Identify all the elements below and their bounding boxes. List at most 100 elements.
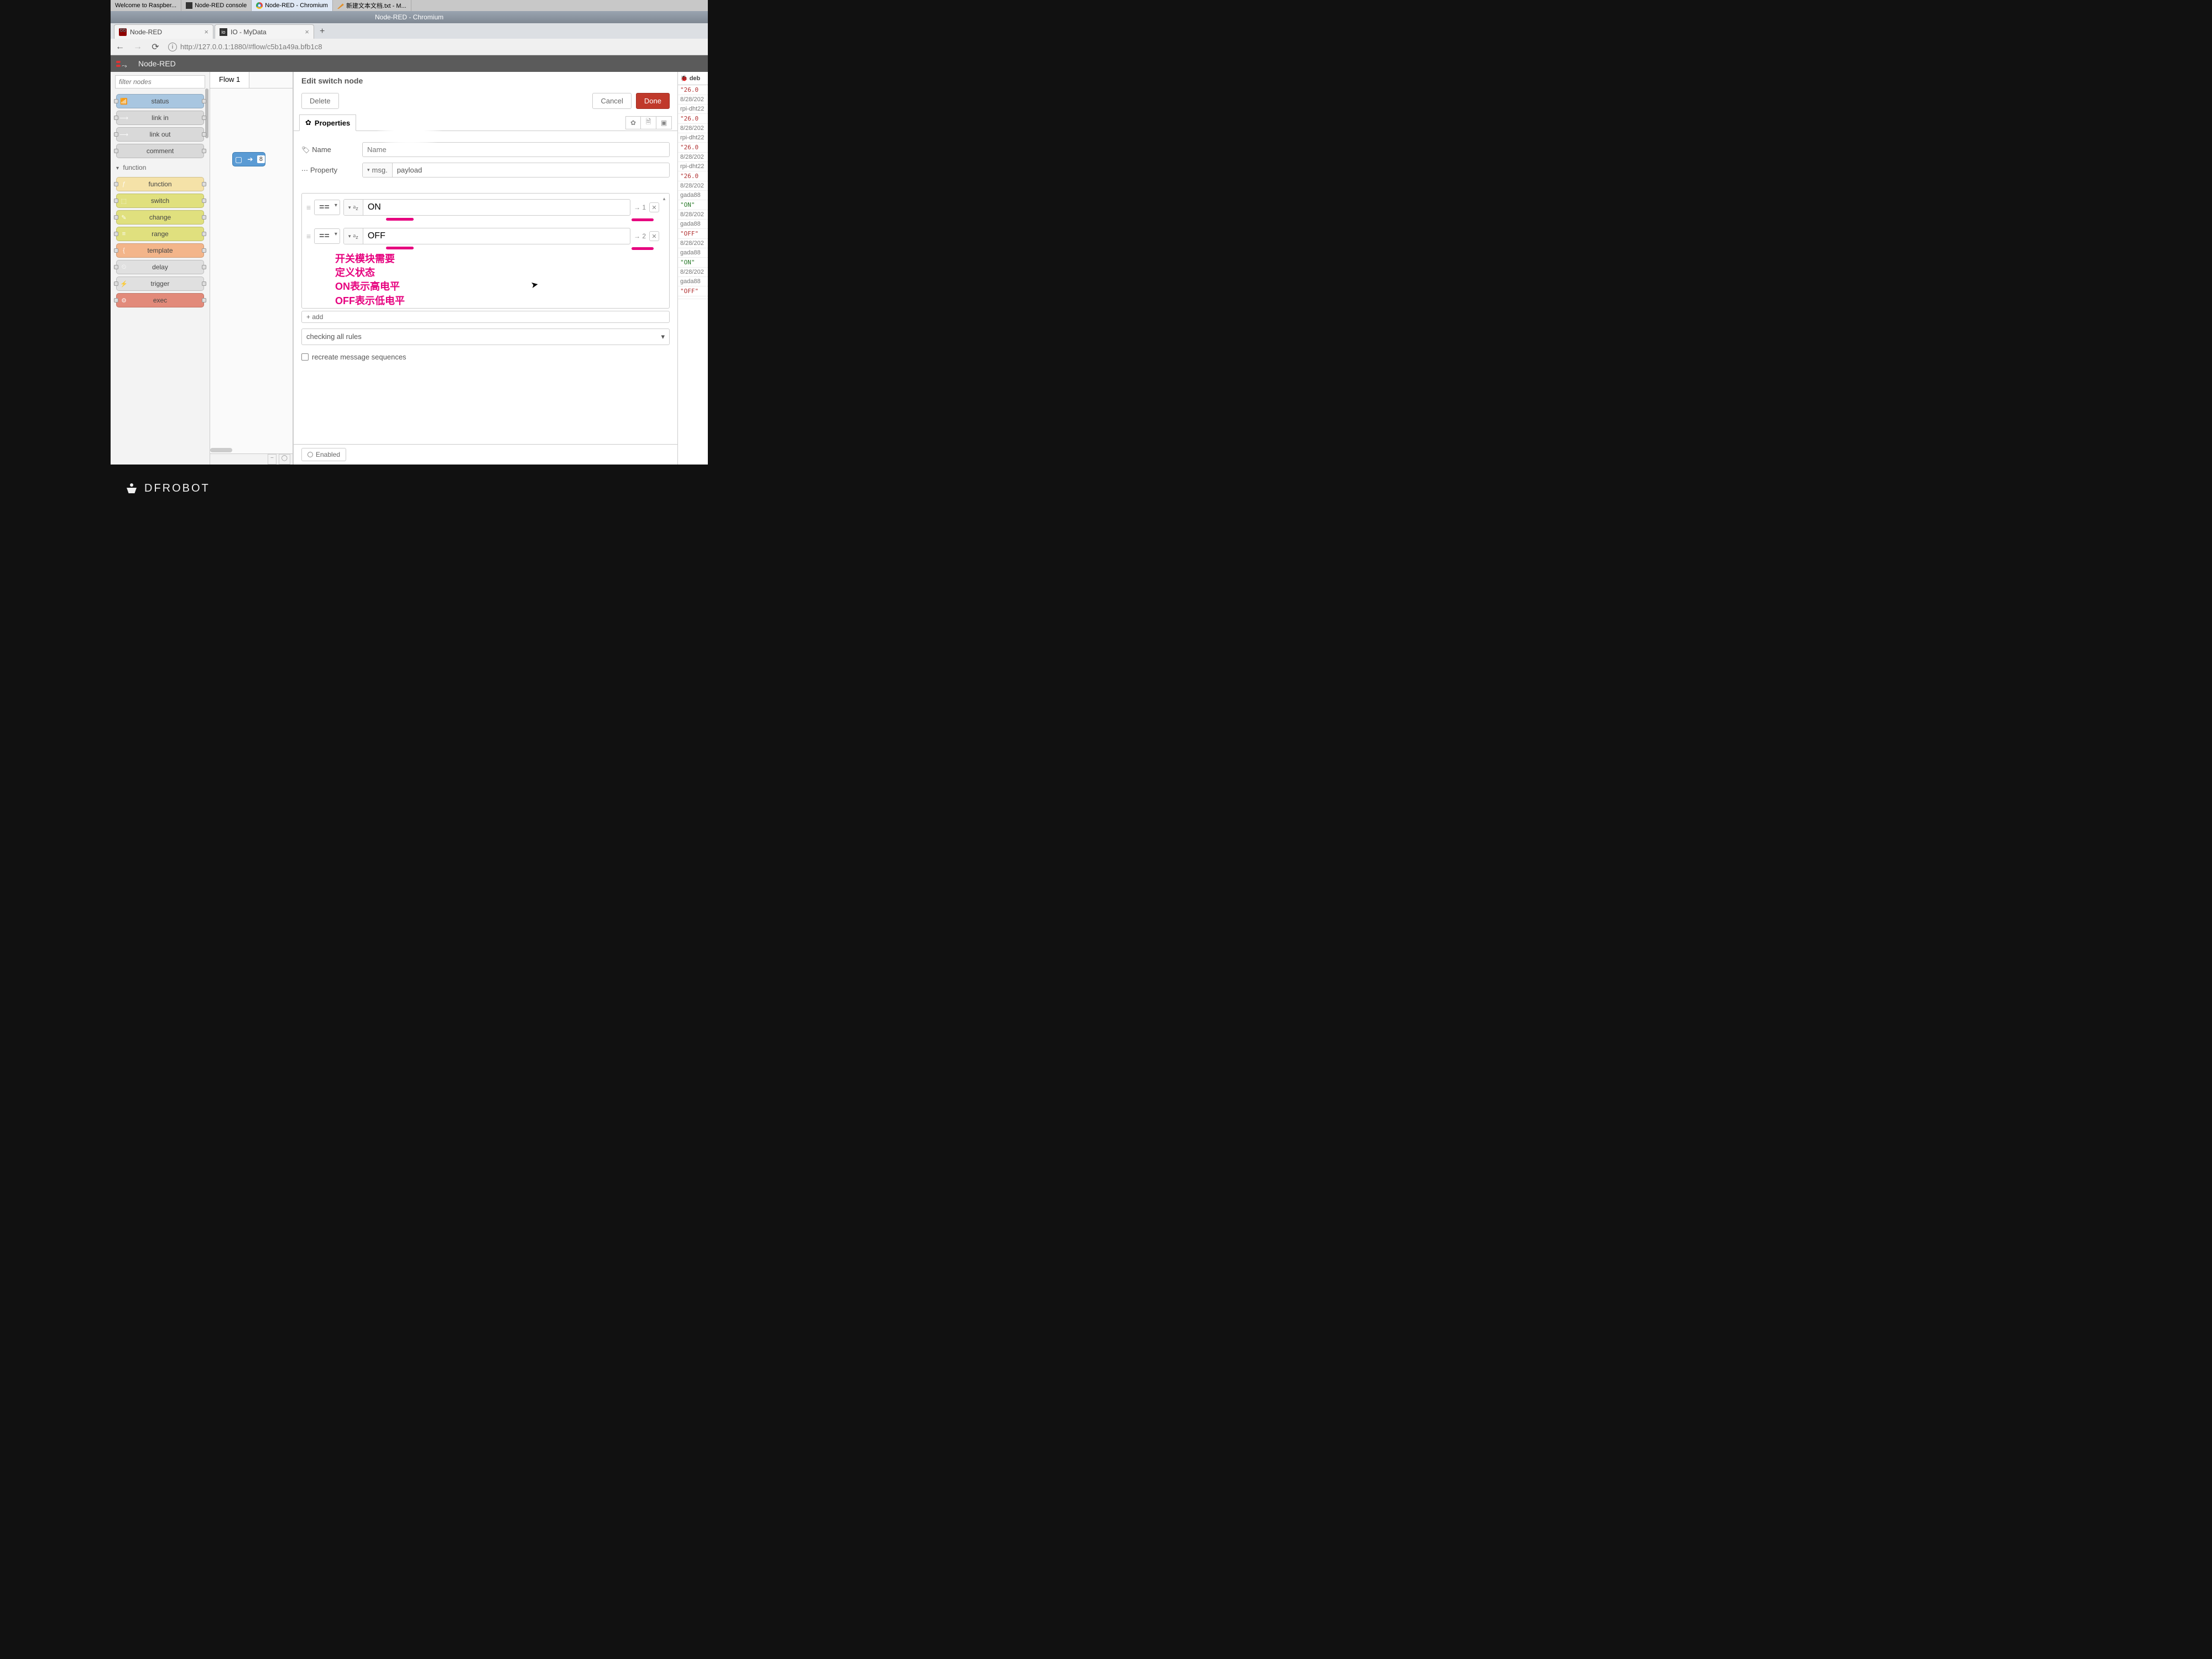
palette-node-delay[interactable]: ⏲ delay — [116, 260, 204, 274]
workspace-h-scroll[interactable] — [210, 448, 293, 453]
change-icon: ✎ — [119, 212, 129, 222]
browser-tab-io[interactable]: io IO - MyData × — [215, 24, 314, 39]
delete-rule-button[interactable]: ✕ — [649, 202, 659, 212]
address-bar: ← → ⟳ i http://127.0.0.1:1880/#flow/c5b1… — [111, 39, 708, 55]
flow-tab[interactable]: Flow 1 — [210, 72, 249, 88]
recreate-checkbox[interactable]: recreate message sequences — [301, 353, 670, 361]
arrow-icon: ➔ — [244, 153, 256, 166]
pencil-icon — [337, 2, 344, 9]
scrollbar-thumb[interactable] — [205, 88, 208, 138]
debug-src: gada88 — [678, 277, 708, 286]
palette-node-trigger[interactable]: ⚡ trigger — [116, 276, 204, 291]
palette-node-link-out[interactable]: ⟶ link out — [116, 127, 204, 142]
zoom-out-icon[interactable]: − — [268, 454, 276, 465]
value-input[interactable]: ▾az OFF — [343, 228, 630, 244]
workspace-footer: − ◯ — [210, 453, 293, 465]
debug-value: "26.0 — [678, 85, 708, 95]
debug-ts — [678, 296, 708, 299]
delete-rule-button[interactable]: ✕ — [649, 231, 659, 241]
annotation-underline — [632, 247, 654, 250]
canvas-switch-node[interactable]: ▢ ➔ 8 — [232, 152, 265, 166]
category-function[interactable]: ▾ function — [111, 160, 210, 175]
range-icon: ≡ — [119, 229, 129, 239]
palette-node-range[interactable]: ≡ range — [116, 227, 204, 241]
grip-icon[interactable]: ≡ — [306, 232, 311, 241]
string-type-icon: az — [353, 232, 358, 240]
close-icon[interactable]: × — [204, 28, 208, 36]
operator-select[interactable]: == — [314, 228, 340, 244]
caret-down-icon: ▾ — [367, 167, 370, 173]
cancel-button[interactable]: Cancel — [592, 93, 631, 109]
palette-node-template[interactable]: { template — [116, 243, 204, 258]
annotation-underline — [632, 218, 654, 221]
debug-src: rpi-dht22 — [678, 105, 708, 114]
palette-node-exec[interactable]: ⚙ exec — [116, 293, 204, 307]
palette-node-change[interactable]: ✎ change — [116, 210, 204, 225]
filter-nodes-input[interactable] — [115, 75, 205, 88]
caret-down-icon: ▾ — [348, 233, 351, 239]
browser-tab-strip: Node-RED × io IO - MyData × + — [111, 23, 708, 39]
close-icon[interactable]: × — [305, 28, 309, 36]
checkbox-icon — [301, 353, 309, 361]
delete-button[interactable]: Delete — [301, 93, 339, 109]
trigger-icon: ⚡ — [119, 279, 129, 289]
task-chromium[interactable]: Node-RED - Chromium — [252, 0, 333, 11]
tray-title: Edit switch node — [294, 72, 677, 90]
palette-node-switch[interactable]: ⬚ switch — [116, 194, 204, 208]
new-tab-button[interactable]: + — [315, 24, 329, 39]
debug-src: gada88 — [678, 191, 708, 200]
workspace[interactable]: Flow 1 ▢ ➔ 8 − ◯ — [210, 72, 293, 465]
output-index: → 2 — [634, 232, 646, 240]
operator-select[interactable]: == — [314, 200, 340, 215]
description-icon[interactable]: 🗎 — [641, 116, 656, 129]
task-raspberry[interactable]: Welcome to Raspber... — [111, 0, 181, 11]
info-icon[interactable]: i — [168, 43, 177, 51]
debug-ts: 8/28/202 — [678, 95, 708, 105]
tag-icon: 🏷 — [301, 146, 310, 154]
palette-node-comment[interactable]: comment — [116, 144, 204, 158]
palette-node-link-in[interactable]: ⟶ link in — [116, 111, 204, 125]
palette-node-function[interactable]: ƒ function — [116, 177, 204, 191]
zoom-reset-icon[interactable]: ◯ — [279, 454, 290, 465]
caret-down-icon: ▾ — [348, 205, 351, 211]
reload-icon[interactable]: ⟳ — [150, 41, 160, 53]
debug-sidebar: 🐞 deb "26.0 8/28/202 rpi-dht22"26.0 8/28… — [677, 72, 708, 465]
link out-icon: ⟶ — [119, 129, 129, 139]
task-text-editor[interactable]: 新建文本文档.txt - M... — [333, 0, 411, 11]
ellipsis-icon: ⋯ — [301, 166, 308, 174]
switch-icon: ⬚ — [119, 196, 129, 206]
gear-icon[interactable]: ✿ — [625, 116, 641, 129]
back-icon[interactable]: ← — [115, 42, 125, 52]
forward-icon[interactable]: → — [133, 42, 143, 52]
value-input[interactable]: ▾az ON — [343, 199, 630, 216]
function-icon: ƒ — [119, 179, 129, 189]
debug-src: gada88 — [678, 248, 708, 258]
string-type-icon: az — [353, 204, 358, 211]
task-nodered-console[interactable]: Node-RED console — [181, 0, 252, 11]
rules-list: ▴ ≡ == ▾az ON → 1 ✕ ≡ == ▾az OFF → 2 ✕ — [301, 193, 670, 309]
os-taskbar: Welcome to Raspber... Node-RED console N… — [111, 0, 708, 11]
grip-icon[interactable]: ≡ — [306, 203, 311, 212]
name-input[interactable] — [362, 142, 670, 157]
browser-tab-nodered[interactable]: Node-RED × — [114, 24, 213, 39]
property-input[interactable]: ▾msg. payload — [362, 163, 670, 178]
properties-tab[interactable]: ✿ Properties — [299, 114, 356, 131]
done-button[interactable]: Done — [636, 93, 670, 109]
delay-icon: ⏲ — [119, 262, 129, 272]
exec-icon: ⚙ — [119, 295, 129, 305]
scroll-up-icon[interactable]: ▴ — [660, 196, 668, 202]
rule-row: ≡ == ▾az OFF → 2 ✕ — [302, 222, 669, 250]
debug-tab[interactable]: 🐞 deb — [678, 72, 708, 85]
debug-value: "26.0 — [678, 143, 708, 153]
gear-icon: ✿ — [305, 118, 311, 127]
checking-mode-select[interactable]: checking all rules ▾ — [301, 328, 670, 345]
comment-icon — [119, 146, 129, 156]
add-rule-button[interactable]: + add — [301, 311, 670, 323]
palette-node-status[interactable]: 📶 status — [116, 94, 204, 108]
url-field[interactable]: i http://127.0.0.1:1880/#flow/c5b1a49a.b… — [168, 43, 703, 51]
appearance-icon[interactable]: ▣ — [656, 116, 672, 129]
nodered-icon — [119, 28, 127, 36]
nodered-logo-icon: ⤳ — [116, 60, 134, 67]
rules-scrollbar[interactable]: ▴ — [660, 196, 668, 306]
enabled-toggle[interactable]: Enabled — [301, 448, 346, 461]
